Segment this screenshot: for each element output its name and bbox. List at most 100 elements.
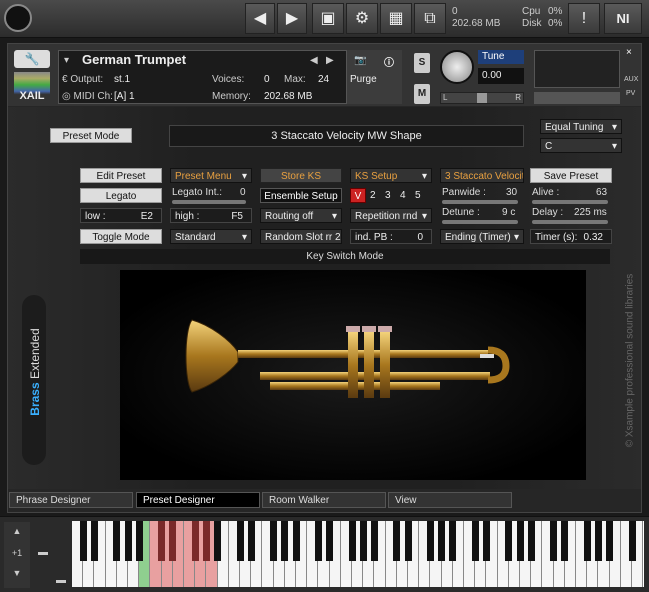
pan-handle[interactable] xyxy=(477,93,487,103)
pv-button[interactable]: PV xyxy=(626,90,635,97)
velocity-toggle[interactable]: V xyxy=(350,188,366,203)
resize-icon[interactable]: ⧉ xyxy=(414,3,446,34)
info-icon[interactable]: ⓘ xyxy=(384,54,394,69)
octave-down-icon[interactable]: ▼ xyxy=(4,568,30,578)
black-key[interactable] xyxy=(79,521,87,561)
black-key[interactable] xyxy=(348,521,356,561)
black-key[interactable] xyxy=(214,521,222,561)
prev-icon[interactable]: ◀ xyxy=(245,3,275,34)
instrument-name[interactable]: German Trumpet xyxy=(82,52,186,67)
ending-select[interactable]: Ending (Timer) ▾ xyxy=(440,229,524,244)
detune-slider[interactable] xyxy=(442,220,518,224)
camera-icon[interactable]: 📷 xyxy=(354,55,366,66)
black-key[interactable] xyxy=(113,521,121,561)
black-key[interactable] xyxy=(158,521,166,561)
black-key[interactable] xyxy=(281,521,289,561)
timer-field[interactable]: Timer (s): 0.32 xyxy=(530,229,612,244)
random-slot-select[interactable]: Random Slot rr 2 xyxy=(260,229,342,244)
articulation-field[interactable]: 3 Staccato Velocit xyxy=(440,168,524,183)
legato-int-slider[interactable] xyxy=(172,200,246,204)
black-key[interactable] xyxy=(90,521,98,561)
preset-mode-button[interactable]: Preset Mode xyxy=(50,128,132,143)
black-key[interactable] xyxy=(169,521,177,561)
black-key[interactable] xyxy=(482,521,490,561)
black-key[interactable] xyxy=(516,521,524,561)
ind-pb-field[interactable]: ind. PB :0 xyxy=(350,229,432,244)
ni-logo[interactable]: NI xyxy=(604,3,642,34)
panwide-slider[interactable] xyxy=(442,200,518,204)
standard-select[interactable]: Standard ▾ xyxy=(170,229,252,244)
dropdown-icon[interactable]: ▾ xyxy=(64,55,69,66)
black-key[interactable] xyxy=(135,521,143,561)
black-key[interactable] xyxy=(191,521,199,561)
slot-4[interactable]: 4 xyxy=(400,190,406,202)
tab-view[interactable]: View xyxy=(388,492,512,508)
black-key[interactable] xyxy=(426,521,434,561)
pan-slider[interactable]: L R xyxy=(440,92,524,104)
next-instrument-icon[interactable]: ▶ xyxy=(326,55,334,66)
slot-3[interactable]: 3 xyxy=(385,190,391,202)
prev-instrument-icon[interactable]: ◀ xyxy=(310,55,318,66)
black-key[interactable] xyxy=(505,521,513,561)
close-icon[interactable]: × xyxy=(626,47,632,58)
black-key[interactable] xyxy=(393,521,401,561)
ks-setup-select[interactable]: KS Setup ▾ xyxy=(350,168,432,183)
warning-icon[interactable]: ! xyxy=(568,3,600,34)
black-key[interactable] xyxy=(550,521,558,561)
output-value[interactable]: st.1 xyxy=(114,74,130,85)
tune-value[interactable]: 0.00 xyxy=(478,68,524,84)
black-key[interactable] xyxy=(583,521,591,561)
pitch-wheel-icon[interactable] xyxy=(38,552,48,555)
max-value[interactable]: 24 xyxy=(318,74,329,85)
black-key[interactable] xyxy=(247,521,255,561)
solo-button[interactable]: S xyxy=(414,53,430,73)
black-key[interactable] xyxy=(124,521,132,561)
aux-button[interactable]: AUX xyxy=(624,76,638,83)
key-select[interactable]: C ▾ xyxy=(540,138,622,153)
alive-slider[interactable] xyxy=(532,200,608,204)
preset-menu-select[interactable]: Preset Menu ▾ xyxy=(170,168,252,183)
mod-wheel-icon[interactable] xyxy=(56,580,66,583)
black-key[interactable] xyxy=(561,521,569,561)
black-key[interactable] xyxy=(326,521,334,561)
next-icon[interactable]: ▶ xyxy=(277,3,307,34)
tab-preset-designer[interactable]: Preset Designer xyxy=(136,492,260,508)
black-key[interactable] xyxy=(449,521,457,561)
delay-slider[interactable] xyxy=(532,220,608,224)
black-key[interactable] xyxy=(236,521,244,561)
store-ks-button[interactable]: Store KS xyxy=(260,168,342,183)
midi-value[interactable]: [A] 1 xyxy=(114,91,135,102)
black-key[interactable] xyxy=(292,521,300,561)
black-key[interactable] xyxy=(370,521,378,561)
tab-phrase-designer[interactable]: Phrase Designer xyxy=(9,492,133,508)
black-key[interactable] xyxy=(471,521,479,561)
repetition-select[interactable]: Repetition rnd ▾ xyxy=(350,208,432,223)
high-range-field[interactable]: high : F5 xyxy=(170,208,252,223)
slot-5[interactable]: 5 xyxy=(415,190,421,202)
tune-knob[interactable] xyxy=(440,50,474,84)
wrench-icon[interactable]: 🔧 xyxy=(14,50,50,68)
edit-preset-button[interactable]: Edit Preset xyxy=(80,168,162,183)
piano-keyboard[interactable] xyxy=(72,521,644,587)
black-key[interactable] xyxy=(359,521,367,561)
octave-up-icon[interactable]: ▲ xyxy=(4,526,30,536)
black-key[interactable] xyxy=(438,521,446,561)
black-key[interactable] xyxy=(628,521,636,561)
black-key[interactable] xyxy=(594,521,602,561)
black-key[interactable] xyxy=(527,521,535,561)
layout-icon[interactable]: ▦ xyxy=(380,3,412,34)
black-key[interactable] xyxy=(606,521,614,561)
logo-icon[interactable] xyxy=(4,4,32,32)
octave-control[interactable]: ▲ +1 ▼ xyxy=(4,522,30,588)
black-key[interactable] xyxy=(270,521,278,561)
tuning-select[interactable]: Equal Tuning ▾ xyxy=(540,119,622,134)
save-icon[interactable]: ▣ xyxy=(312,3,344,34)
slot-2[interactable]: 2 xyxy=(370,190,376,202)
routing-select[interactable]: Routing off ▾ xyxy=(260,208,342,223)
ensemble-setup-button[interactable]: Ensemble Setup xyxy=(260,188,342,203)
tab-room-walker[interactable]: Room Walker xyxy=(262,492,386,508)
black-key[interactable] xyxy=(314,521,322,561)
gear-icon[interactable]: ⚙ xyxy=(346,3,378,34)
black-key[interactable] xyxy=(202,521,210,561)
save-preset-button[interactable]: Save Preset xyxy=(530,168,612,183)
